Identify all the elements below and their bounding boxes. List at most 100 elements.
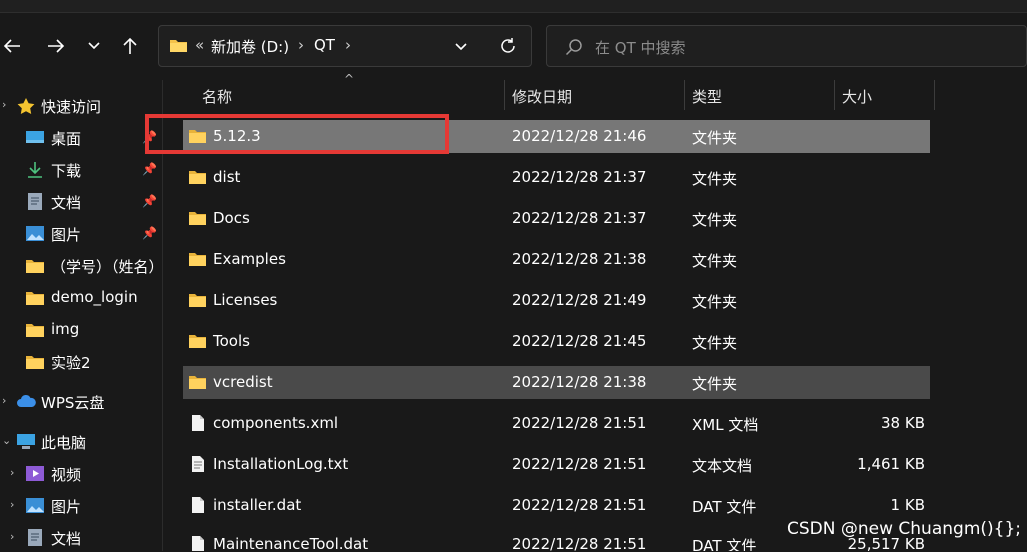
chevron-right-icon[interactable]: › xyxy=(2,394,6,407)
annotation-highlight-box xyxy=(145,114,449,154)
sidebar-item-pc-pictures[interactable]: › 图片 xyxy=(0,490,165,520)
folder-icon xyxy=(189,335,206,348)
chevron-down-icon xyxy=(455,43,467,51)
file-size: 1 KB xyxy=(890,496,925,514)
file-icon xyxy=(192,497,204,513)
file-type: DAT 文件 xyxy=(692,537,757,551)
vertical-scrollbar[interactable] xyxy=(1004,80,1022,551)
file-row[interactable]: Examples 2022/12/28 21:38 文件夹 xyxy=(183,243,930,276)
folder-icon xyxy=(26,260,44,273)
file-date: 2022/12/28 21:46 xyxy=(512,127,647,145)
address-overflow[interactable]: « xyxy=(195,36,204,54)
refresh-button[interactable] xyxy=(499,37,517,59)
sidebar-item-folder-student[interactable]: （学号）（姓名） xyxy=(0,250,165,280)
file-size: 38 KB xyxy=(881,414,925,432)
sidebar-item-wps-cloud[interactable]: › WPS云盘 xyxy=(0,386,165,416)
sidebar-item-demo-login[interactable]: demo_login xyxy=(0,282,165,312)
column-separator[interactable] xyxy=(934,80,935,110)
sidebar-item-label: （学号）（姓名） xyxy=(51,258,164,276)
sidebar-item-pc-documents[interactable]: › 文档 xyxy=(0,522,165,552)
file-name: MaintenanceTool.dat xyxy=(213,535,369,551)
sidebar-item-this-pc[interactable]: ⌄ 此电脑 xyxy=(0,426,165,456)
back-button[interactable] xyxy=(0,32,24,60)
sidebar-item-pictures[interactable]: 图片 📌 xyxy=(0,218,165,248)
column-header-name[interactable]: 名称 xyxy=(202,86,232,116)
search-input[interactable]: 在 QT 中搜索 xyxy=(595,37,686,58)
file-date: 2022/12/28 21:37 xyxy=(512,168,647,186)
column-separator[interactable] xyxy=(504,80,505,110)
address-bar[interactable]: « 新加卷 (D:) › QT › xyxy=(158,25,532,67)
file-row[interactable]: vcredist 2022/12/28 21:38 文件夹 xyxy=(183,366,930,399)
document-icon xyxy=(28,529,42,546)
chevron-right-icon[interactable]: › xyxy=(10,498,14,511)
column-header-date[interactable]: 修改日期 xyxy=(512,86,572,116)
file-type: 文件夹 xyxy=(692,170,738,188)
sidebar-item-label: 快速访问 xyxy=(41,98,102,116)
file-row[interactable]: Licenses 2022/12/28 21:49 文件夹 xyxy=(183,284,930,317)
file-row[interactable]: InstallationLog.txt 2022/12/28 21:51 文本文… xyxy=(183,448,930,481)
file-date: 2022/12/28 21:51 xyxy=(512,414,647,432)
column-header-size[interactable]: 大小 xyxy=(842,86,872,116)
computer-icon xyxy=(17,434,35,449)
column-header-type[interactable]: 类型 xyxy=(692,86,722,116)
file-name: dist xyxy=(213,168,241,186)
chevron-right-icon[interactable]: › xyxy=(10,466,14,479)
cloud-icon xyxy=(17,394,36,407)
search-box[interactable]: 在 QT 中搜索 xyxy=(546,25,1027,67)
sidebar-item-label: 实验2 xyxy=(51,354,91,372)
up-button[interactable] xyxy=(118,32,142,60)
sidebar-item-label: demo_login xyxy=(51,288,138,306)
window-top-edge xyxy=(0,0,1027,13)
file-row[interactable]: Tools 2022/12/28 21:45 文件夹 xyxy=(183,325,930,358)
sidebar-item-quick-access[interactable]: › 快速访问 xyxy=(0,90,165,120)
pin-icon[interactable]: 📌 xyxy=(142,226,157,240)
pin-icon[interactable]: 📌 xyxy=(142,162,157,176)
file-name: vcredist xyxy=(213,373,273,391)
star-icon xyxy=(17,98,35,114)
file-row[interactable]: components.xml 2022/12/28 21:51 XML 文档 3… xyxy=(183,407,930,440)
folder-icon xyxy=(26,324,44,337)
file-icon xyxy=(192,536,204,551)
sidebar-item-downloads[interactable]: 下载 📌 xyxy=(0,154,165,184)
sidebar-item-lab2[interactable]: 实验2 xyxy=(0,346,165,376)
file-name: Tools xyxy=(213,332,250,350)
column-separator[interactable] xyxy=(684,80,685,110)
sidebar-item-documents[interactable]: 文档 📌 xyxy=(0,186,165,216)
chevron-right-icon[interactable]: › xyxy=(10,530,14,543)
recent-locations-button[interactable] xyxy=(82,32,106,60)
address-history-button[interactable] xyxy=(454,38,468,56)
chevron-down-icon xyxy=(88,42,100,50)
column-separator[interactable] xyxy=(834,80,835,110)
address-separator[interactable]: › xyxy=(345,36,351,54)
chevron-right-icon[interactable]: › xyxy=(2,98,6,111)
address-separator[interactable]: › xyxy=(298,36,304,54)
arrow-left-icon xyxy=(3,39,20,53)
chevron-down-icon[interactable]: ⌄ xyxy=(2,434,11,447)
picture-icon xyxy=(26,226,44,241)
file-row[interactable]: dist 2022/12/28 21:37 文件夹 xyxy=(183,161,930,194)
file-date: 2022/12/28 21:51 xyxy=(512,496,647,514)
file-icon xyxy=(192,415,204,431)
file-type: 文件夹 xyxy=(692,129,738,147)
sidebar-item-desktop[interactable]: 桌面 📌 xyxy=(0,122,165,152)
picture-icon xyxy=(26,498,44,513)
file-type: DAT 文件 xyxy=(692,498,757,516)
sidebar-item-label: WPS云盘 xyxy=(41,394,105,412)
file-row[interactable]: Docs 2022/12/28 21:37 文件夹 xyxy=(183,202,930,235)
pin-icon[interactable]: 📌 xyxy=(142,194,157,208)
folder-icon xyxy=(189,253,206,266)
arrow-right-icon xyxy=(48,39,65,53)
folder-icon xyxy=(189,212,206,225)
sidebar-item-img[interactable]: img xyxy=(0,314,165,344)
address-segment-drive[interactable]: 新加卷 (D:) xyxy=(211,36,289,57)
text-file-icon xyxy=(192,456,204,472)
sidebar-item-videos[interactable]: › 视频 xyxy=(0,458,165,488)
file-name: Docs xyxy=(213,209,250,227)
file-name: installer.dat xyxy=(213,496,302,514)
sidebar-item-label: img xyxy=(51,320,80,338)
file-row[interactable]: installer.dat 2022/12/28 21:51 DAT 文件 1 … xyxy=(183,489,930,522)
forward-button[interactable] xyxy=(44,32,68,60)
file-name: components.xml xyxy=(213,414,339,432)
video-icon xyxy=(26,466,44,481)
address-segment-qt[interactable]: QT xyxy=(314,36,335,54)
